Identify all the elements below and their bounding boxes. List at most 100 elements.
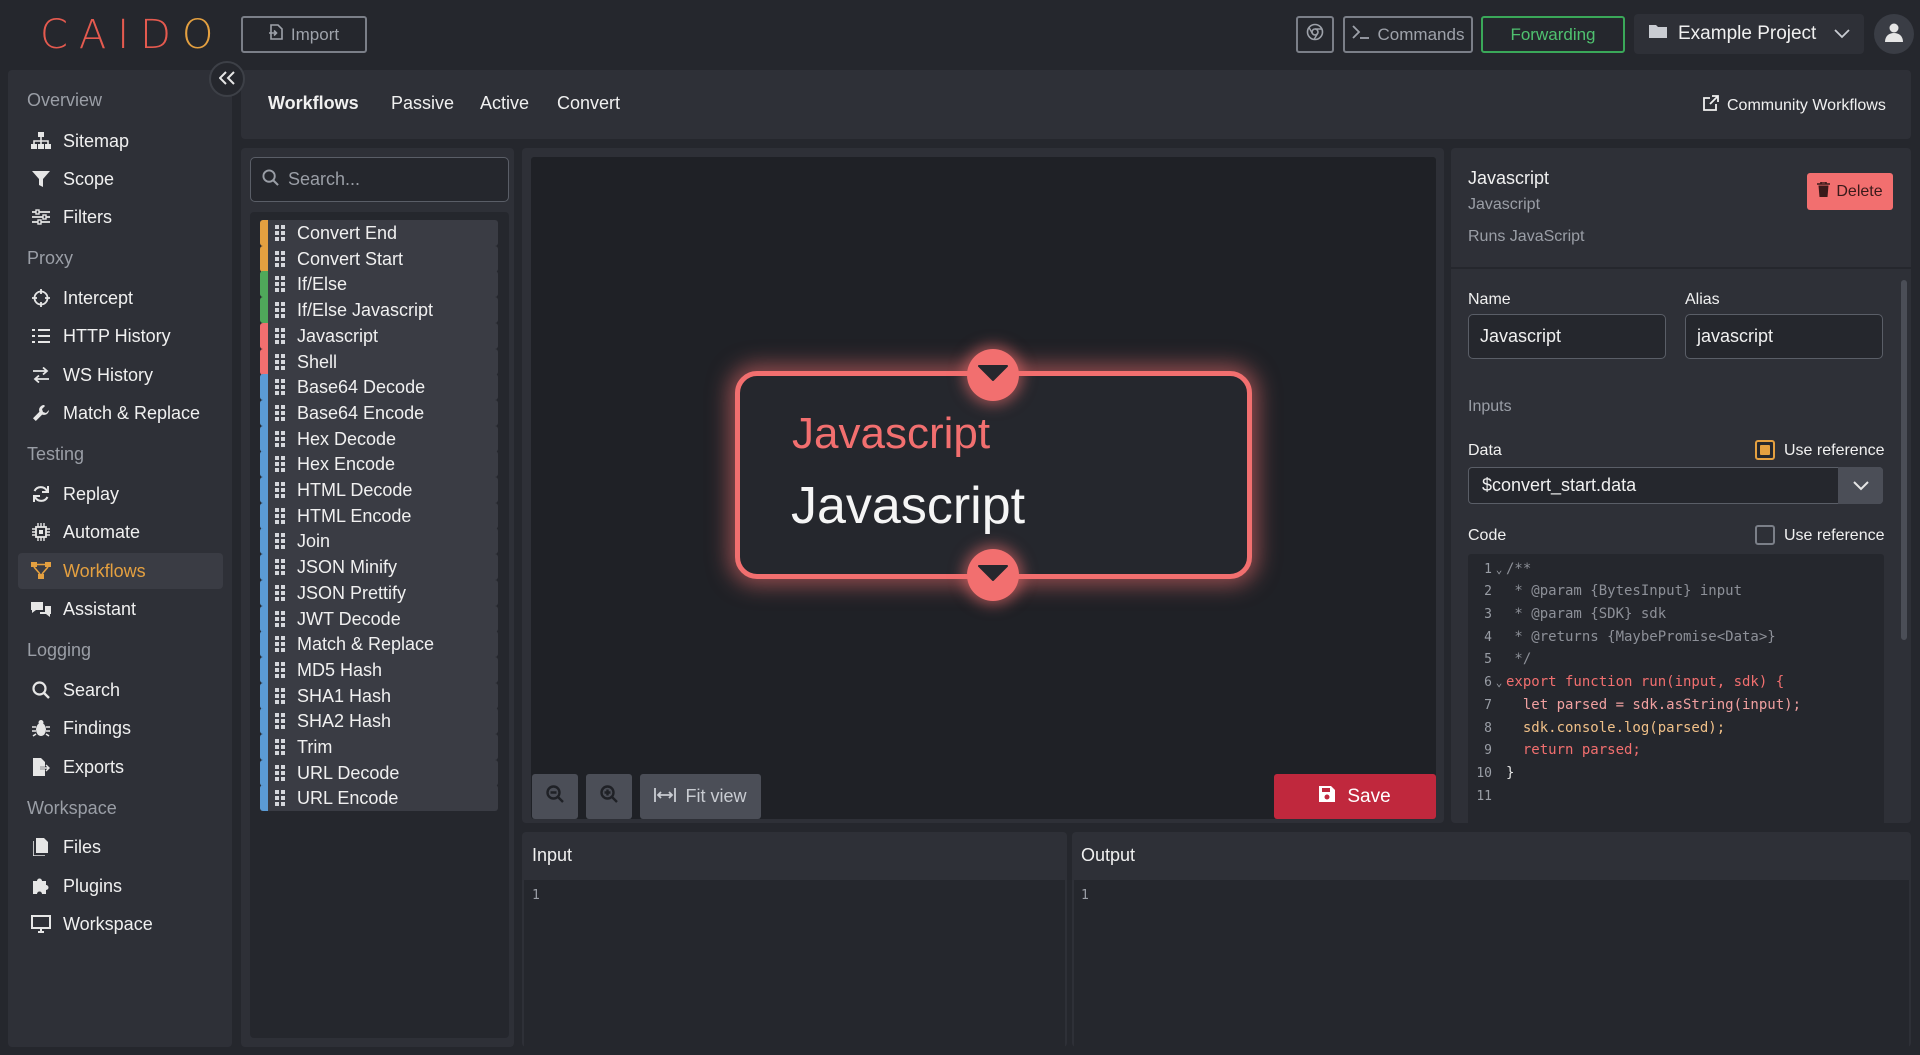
- commands-button[interactable]: Commands: [1343, 16, 1473, 53]
- node-list-item[interactable]: SHA1 Hash: [260, 683, 498, 709]
- node-list-item[interactable]: Base64 Decode: [260, 374, 498, 400]
- node-list-item[interactable]: If/Else: [260, 271, 498, 297]
- zoom-in-button[interactable]: [586, 774, 632, 819]
- node-list-item-label: URL Decode: [297, 762, 400, 783]
- drag-handle-icon[interactable]: [275, 559, 287, 575]
- drag-handle-icon[interactable]: [275, 354, 287, 370]
- node-list-item[interactable]: Hex Encode: [260, 451, 498, 477]
- sidebar-item-http-history[interactable]: HTTP History: [18, 318, 223, 354]
- import-button[interactable]: Import: [241, 16, 367, 53]
- alias-input[interactable]: javascript: [1685, 314, 1883, 359]
- drag-handle-icon[interactable]: [275, 379, 287, 395]
- code-editor[interactable]: 1 ⌄/** 2 * @param {BytesInput} input 3 * …: [1468, 554, 1884, 823]
- tab-active[interactable]: Active: [480, 93, 529, 114]
- node-list-item[interactable]: URL Decode: [260, 760, 498, 786]
- node-list-item[interactable]: If/Else Javascript: [260, 297, 498, 323]
- sidebar-item-files[interactable]: Files: [18, 829, 223, 865]
- sidebar-item-findings[interactable]: Findings: [18, 710, 223, 746]
- drag-handle-icon[interactable]: [275, 611, 287, 627]
- fit-view-button[interactable]: Fit view: [640, 774, 761, 819]
- data-use-reference-checkbox[interactable]: [1755, 440, 1775, 460]
- user-avatar[interactable]: [1874, 14, 1914, 54]
- drag-handle-icon[interactable]: [275, 482, 287, 498]
- drag-handle-icon[interactable]: [275, 713, 287, 729]
- sidebar-item-sitemap[interactable]: Sitemap: [18, 123, 223, 159]
- node-list-item[interactable]: JWT Decode: [260, 606, 498, 632]
- zoom-out-button[interactable]: [532, 774, 578, 819]
- drag-handle-icon[interactable]: [275, 225, 287, 241]
- drag-handle-icon[interactable]: [275, 533, 287, 549]
- sidebar-item-search[interactable]: Search: [18, 672, 223, 708]
- tab-convert[interactable]: Convert: [557, 93, 620, 114]
- drag-handle-icon[interactable]: [275, 456, 287, 472]
- input-editor[interactable]: [524, 880, 1065, 1047]
- drag-handle-icon[interactable]: [275, 739, 287, 755]
- sidebar-item-workspace[interactable]: Workspace: [18, 906, 223, 942]
- sidebar-item-filters[interactable]: Filters: [18, 199, 223, 235]
- node-list-item[interactable]: HTML Encode: [260, 503, 498, 529]
- drag-handle-icon[interactable]: [275, 405, 287, 421]
- node-list-item[interactable]: Convert Start: [260, 246, 498, 272]
- sidebar-item-exports[interactable]: Exports: [18, 749, 223, 785]
- save-button[interactable]: Save: [1274, 774, 1436, 819]
- fold-chevron-icon[interactable]: ⌄: [1492, 676, 1506, 689]
- drag-handle-icon[interactable]: [275, 662, 287, 678]
- node-list-item[interactable]: Javascript: [260, 323, 498, 349]
- delete-button[interactable]: Delete: [1807, 173, 1893, 210]
- node-list-item[interactable]: JSON Minify: [260, 554, 498, 580]
- node-list-item[interactable]: Trim: [260, 734, 498, 760]
- data-reference-dropdown-toggle[interactable]: [1838, 467, 1883, 504]
- drag-handle-icon[interactable]: [275, 431, 287, 447]
- tab-passive[interactable]: Passive: [391, 93, 454, 114]
- drag-handle-icon[interactable]: [275, 302, 287, 318]
- node-list-item[interactable]: MD5 Hash: [260, 657, 498, 683]
- sidebar-item-intercept[interactable]: Intercept: [18, 280, 223, 316]
- node-list-item[interactable]: HTML Decode: [260, 477, 498, 503]
- sidebar-item-match-replace[interactable]: Match & Replace: [18, 395, 223, 431]
- drag-handle-icon[interactable]: [275, 636, 287, 652]
- drag-handle-icon[interactable]: [275, 251, 287, 267]
- node-list-item[interactable]: JSON Prettify: [260, 580, 498, 606]
- node-list-item[interactable]: Base64 Encode: [260, 400, 498, 426]
- drag-handle-icon[interactable]: [275, 688, 287, 704]
- drag-handle-icon[interactable]: [275, 276, 287, 292]
- sidebar-section-workspace: Workspace: [27, 798, 117, 818]
- output-editor[interactable]: [1074, 880, 1909, 1047]
- node-output-handle[interactable]: [967, 549, 1019, 601]
- node-list-item[interactable]: Match & Replace: [260, 631, 498, 657]
- node-input-handle[interactable]: [967, 349, 1019, 401]
- sidebar-item-automate[interactable]: Automate: [18, 514, 223, 550]
- sidebar-item-scope[interactable]: Scope: [18, 161, 223, 197]
- workflow-node-javascript[interactable]: [735, 371, 1252, 579]
- community-workflows-link[interactable]: Community Workflows: [1703, 95, 1886, 116]
- data-reference-select[interactable]: $convert_start.data: [1468, 467, 1883, 504]
- drag-handle-icon[interactable]: [275, 585, 287, 601]
- sidebar-item-ws-history[interactable]: WS History: [18, 357, 223, 393]
- node-list-item-label: SHA1 Hash: [297, 685, 392, 706]
- community-workflows-label: Community Workflows: [1727, 96, 1886, 114]
- node-list-item[interactable]: Shell: [260, 349, 498, 375]
- sidebar-item-assistant[interactable]: Assistant: [18, 591, 223, 627]
- tab-workflows[interactable]: Workflows: [268, 93, 359, 114]
- node-list-item[interactable]: URL Encode: [260, 785, 498, 811]
- drag-handle-icon[interactable]: [275, 508, 287, 524]
- node-search-input[interactable]: Search...: [250, 157, 509, 202]
- node-list-item[interactable]: Join: [260, 528, 498, 554]
- node-list-item[interactable]: Hex Decode: [260, 426, 498, 452]
- fold-chevron-icon[interactable]: ⌄: [1492, 563, 1506, 576]
- node-list-item[interactable]: SHA2 Hash: [260, 708, 498, 734]
- details-scrollbar[interactable]: [1901, 280, 1907, 640]
- node-list-item[interactable]: Convert End: [260, 220, 498, 246]
- drag-handle-icon[interactable]: [275, 765, 287, 781]
- drag-handle-icon[interactable]: [275, 790, 287, 806]
- sidebar-collapse-button[interactable]: [209, 61, 245, 97]
- name-input[interactable]: Javascript: [1468, 314, 1666, 359]
- code-use-reference-checkbox[interactable]: [1755, 525, 1775, 545]
- sidebar-item-replay[interactable]: Replay: [18, 476, 223, 512]
- project-selector[interactable]: Example Project: [1634, 14, 1864, 54]
- sidebar-item-workflows[interactable]: Workflows: [18, 553, 223, 589]
- forwarding-toggle[interactable]: Forwarding: [1481, 16, 1625, 53]
- sidebar-item-plugins[interactable]: Plugins: [18, 868, 223, 904]
- drag-handle-icon[interactable]: [275, 328, 287, 344]
- browser-button[interactable]: [1296, 16, 1334, 53]
